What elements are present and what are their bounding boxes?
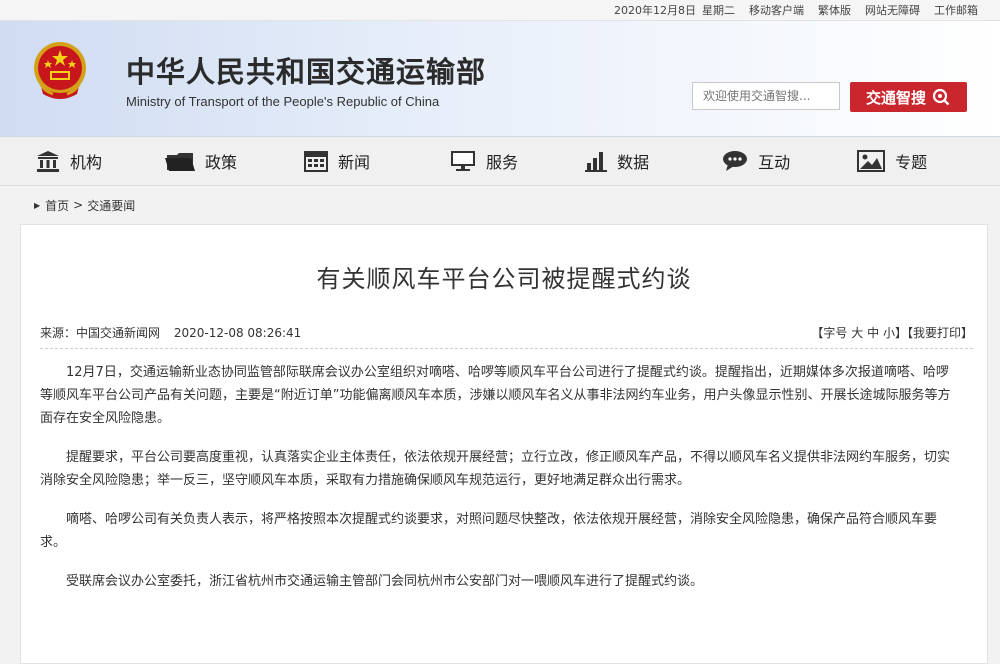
search-button[interactable]: 交通智搜 <box>850 82 967 112</box>
font-size-large-link[interactable]: 大 <box>851 326 863 340</box>
search-input[interactable] <box>692 82 840 110</box>
folder-icon <box>165 153 196 171</box>
nav-item-service[interactable]: 服务 <box>450 149 518 173</box>
site-header: 中华人民共和国交通运输部 Ministry of Transport of th… <box>0 21 1000 137</box>
font-size-medium-link[interactable]: 中 <box>867 326 879 340</box>
search-button-label: 交通智搜 <box>865 88 926 107</box>
print-link[interactable]: 【我要打印】 <box>907 326 973 340</box>
work-email-link[interactable]: 工作邮箱 <box>934 2 978 18</box>
nav-label: 服务 <box>486 153 519 172</box>
article-paragraph: 12月7日，交通运输新业态协同监管部际联席会议办公室组织对嘀嗒、哈啰等顺风车平台… <box>40 365 951 426</box>
nav-label: 数据 <box>617 153 650 172</box>
bar-chart-icon <box>585 152 608 172</box>
national-emblem-icon[interactable] <box>31 38 89 104</box>
article-paragraph: 受联席会议办公室委托，浙江省杭州市交通运输主管部门会同杭州市公安部门对一喂顺风车… <box>66 574 704 589</box>
nav-label: 专题 <box>895 153 928 172</box>
top-utility-bar: 2020年12月8日 星期二 移动客户端 繁体版 网站无障碍 工作邮箱 <box>0 0 1000 21</box>
nav-label: 机构 <box>70 153 103 172</box>
breadcrumb-separator: > <box>73 198 84 212</box>
nav-item-data[interactable]: 数据 <box>585 149 649 173</box>
breadcrumb: ▶ 首页 > 交通要闻 <box>0 186 1000 224</box>
breadcrumb-home-link[interactable]: 首页 <box>45 197 69 214</box>
picture-icon <box>857 150 886 172</box>
nav-item-topics[interactable]: 专题 <box>857 149 927 173</box>
main-navigation: 机构 政策 新闻 服务 数据 互动 专题 <box>0 137 1000 186</box>
article-title: 有关顺风车平台公司被提醒式约谈 <box>316 265 692 293</box>
nav-label: 新闻 <box>338 153 371 172</box>
article-paragraph: 提醒要求，平台公司要高度重视，认真落实企业主体责任，依法依规开展经营；立行立改，… <box>40 450 951 488</box>
breadcrumb-arrow-icon: ▶ <box>34 200 41 210</box>
monitor-icon <box>451 151 476 171</box>
site-title-chinese: 中华人民共和国交通运输部 <box>126 55 487 89</box>
breadcrumb-current-link[interactable]: 交通要闻 <box>87 197 135 214</box>
building-icon <box>37 151 59 172</box>
nav-item-policy[interactable]: 政策 <box>165 149 237 173</box>
article-source: 来源：中国交通新闻网 <box>40 326 161 340</box>
nav-item-organization[interactable]: 机构 <box>36 149 102 173</box>
current-weekday: 星期二 <box>702 4 735 17</box>
accessibility-link[interactable]: 网站无障碍 <box>865 2 920 18</box>
article-meta: 来源：中国交通新闻网 2020-12-08 08:26:41 【字号 大 中 小… <box>40 324 973 349</box>
nav-item-interaction[interactable]: 互动 <box>722 149 790 173</box>
article-datetime: 2020-12-08 08:26:41 <box>173 326 302 340</box>
font-size-small-link[interactable]: 小 <box>883 326 895 340</box>
article-card: 有关顺风车平台公司被提醒式约谈 来源：中国交通新闻网 2020-12-08 08… <box>20 224 988 664</box>
article-paragraph: 嘀嗒、哈啰公司有关负责人表示，将严格按照本次提醒式约谈要求，对照问题尽快整改，依… <box>40 512 938 550</box>
site-title-english: Ministry of Transport of the People's Re… <box>126 94 440 109</box>
font-size-label: 【字号 <box>811 326 848 340</box>
chat-icon <box>723 151 748 171</box>
nav-label: 政策 <box>205 153 238 172</box>
nav-label: 互动 <box>758 153 791 172</box>
search-icon <box>932 88 950 106</box>
mobile-client-link[interactable]: 移动客户端 <box>749 2 804 18</box>
article-tools: 【字号 大 中 小】【我要打印】 <box>811 324 973 341</box>
calendar-icon <box>304 151 329 172</box>
nav-item-news[interactable]: 新闻 <box>304 149 370 173</box>
font-size-close: 】 <box>894 326 907 340</box>
article-body: 12月7日，交通运输新业态协同监管部际联席会议办公室组织对嘀嗒、哈啰等顺风车平台… <box>40 361 960 593</box>
current-date: 2020年12月8日 <box>614 4 696 17</box>
traditional-chinese-link[interactable]: 繁体版 <box>818 2 851 18</box>
